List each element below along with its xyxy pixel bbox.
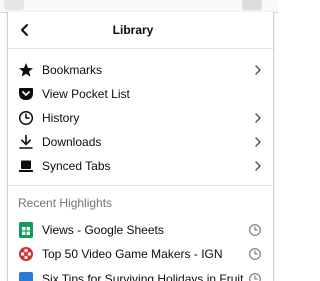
- divider: [8, 48, 273, 49]
- pocket-icon: [18, 86, 34, 102]
- menu-item-label: View Pocket List: [42, 87, 130, 101]
- menu-item-synced-tabs[interactable]: Synced Tabs: [8, 154, 273, 178]
- panel-title: Library: [112, 23, 154, 37]
- chevron-right-icon: [255, 65, 261, 75]
- recent-highlight-item[interactable]: Top 50 Video Game Makers - IGN: [8, 242, 273, 266]
- divider: [8, 185, 273, 186]
- synced-tabs-icon: [18, 158, 34, 174]
- site-favicon: [18, 271, 34, 281]
- menu-item-label: Downloads: [42, 135, 102, 149]
- panel-header: Library: [8, 12, 273, 48]
- star-icon: [18, 62, 34, 78]
- recent-highlight-item[interactable]: Views - Google Sheets: [8, 218, 273, 242]
- menu-item-downloads[interactable]: Downloads: [8, 130, 273, 154]
- clock-icon[interactable]: [248, 272, 262, 281]
- library-toolbar-button[interactable]: [242, 0, 262, 10]
- recent-highlight-label: Views - Google Sheets: [42, 223, 164, 237]
- ign-icon: [18, 246, 34, 262]
- recent-highlight-label: Six Tips for Surviving Holidays in Fruit…: [42, 272, 247, 281]
- chevron-right-icon: [255, 161, 261, 171]
- menu-item-pocket[interactable]: View Pocket List: [8, 82, 273, 106]
- toolbar-button[interactable]: [4, 0, 24, 10]
- recent-highlights-heading: Recent Highlights: [18, 196, 113, 210]
- menu-item-label: Bookmarks: [42, 63, 103, 77]
- clock-icon[interactable]: [248, 223, 262, 237]
- library-panel: Library Bookmarks View Pocket List Histo…: [7, 12, 274, 281]
- clock-icon[interactable]: [248, 247, 262, 261]
- menu-item-bookmarks[interactable]: Bookmarks: [8, 58, 273, 82]
- menu-item-label: History: [42, 111, 80, 125]
- google-sheets-icon: [18, 222, 34, 238]
- recent-highlight-item[interactable]: Six Tips for Surviving Holidays in Fruit…: [8, 267, 273, 281]
- recent-highlight-label: Top 50 Video Game Makers - IGN: [42, 247, 223, 261]
- menu-item-label: Synced Tabs: [42, 159, 111, 173]
- chevron-right-icon: [255, 113, 261, 123]
- chevron-right-icon: [255, 137, 261, 147]
- menu-item-history[interactable]: History: [8, 106, 273, 130]
- clock-icon: [18, 110, 34, 126]
- download-icon: [18, 134, 34, 150]
